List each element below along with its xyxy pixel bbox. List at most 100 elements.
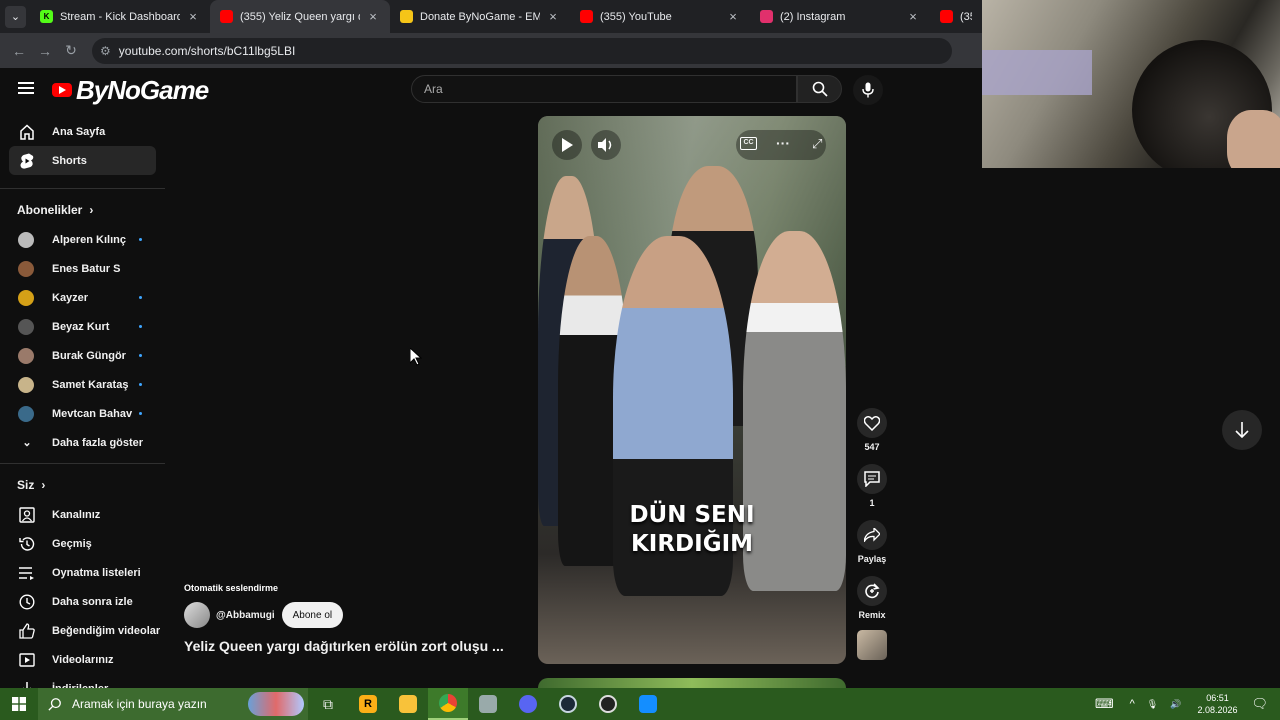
- close-tab-icon[interactable]: ×: [546, 9, 560, 24]
- taskbar-app-chrome[interactable]: [428, 688, 468, 720]
- captions-icon[interactable]: CC: [740, 137, 757, 150]
- channel-icon: [18, 506, 36, 524]
- sidebar-item-oynatma-listeleri[interactable]: Oynatma listeleri: [0, 558, 165, 587]
- close-tab-icon[interactable]: ×: [366, 9, 380, 24]
- like-button[interactable]: [857, 408, 887, 438]
- windows-taskbar: Aramak için buraya yazın ⧉ R ⌨ ^ 🎙 🔊 06:…: [0, 688, 1280, 720]
- browser-tab[interactable]: (2) Instagram ×: [750, 0, 930, 33]
- notification-icon[interactable]: 🗨: [1251, 696, 1268, 712]
- taskbar-app-game[interactable]: [468, 688, 508, 720]
- sound-thumbnail[interactable]: [857, 630, 887, 660]
- taskbar-search[interactable]: Aramak için buraya yazın: [38, 688, 308, 720]
- tab-list: K Stream - Kick Dashboard × (355) Yeliz Que…: [30, 0, 982, 33]
- browser-tab[interactable]: (355) YouTube ×: [570, 0, 750, 33]
- rockstar-icon: R: [359, 695, 377, 713]
- taskbar-app-battlenet[interactable]: [628, 688, 668, 720]
- new-content-dot: [139, 325, 142, 328]
- sidebar-item-samet-karata-[interactable]: Samet Karataş: [0, 370, 165, 399]
- browser-tab[interactable]: (355) B: [930, 0, 982, 33]
- playlist-icon: [18, 564, 36, 582]
- sidebar-item-burak-g-ng-r[interactable]: Burak Güngör: [0, 341, 165, 370]
- sidebar-item-mevtcan-bahav[interactable]: Mevtcan Bahav: [0, 399, 165, 428]
- browser-tab[interactable]: K Stream - Kick Dashboard ×: [30, 0, 210, 33]
- taskbar-app-obs[interactable]: [588, 688, 628, 720]
- tray-expand-icon[interactable]: ^: [1130, 698, 1135, 710]
- shorts-video-player[interactable]: CC ··· ⤢ DÜN SENI KIRDIĞIM: [538, 116, 846, 664]
- sidebar-item-shorts[interactable]: Shorts: [9, 146, 156, 175]
- taskbar-app-explorer[interactable]: [388, 688, 428, 720]
- taskbar-app-steam[interactable]: [548, 688, 588, 720]
- close-tab-icon[interactable]: ×: [726, 9, 740, 24]
- obs-icon: [599, 695, 617, 713]
- sidebar-item-enes-batur-s[interactable]: Enes Batur S: [0, 254, 165, 283]
- thumbs-up-icon: [18, 622, 36, 640]
- channel-row: @Abbamugi Abone ol: [184, 602, 524, 628]
- like-action[interactable]: 547: [857, 408, 887, 452]
- channel-avatar[interactable]: [184, 602, 210, 628]
- sidebar-item-ana-sayfa[interactable]: Ana Sayfa: [0, 117, 165, 146]
- sidebar-item-be-endi-im-videolar[interactable]: Beğendiğim videolar: [0, 616, 165, 645]
- comment-button[interactable]: [857, 464, 887, 494]
- voice-search-button[interactable]: [853, 75, 883, 105]
- search-icon: [48, 698, 61, 711]
- share-icon: [864, 528, 880, 542]
- clock[interactable]: 06:51 2.08.2026: [1197, 692, 1237, 716]
- channel-avatar: [18, 260, 34, 277]
- volume-button[interactable]: [591, 130, 621, 160]
- search-input[interactable]: Ara: [411, 75, 797, 103]
- remix-action[interactable]: Remix: [857, 576, 887, 620]
- speaker-icon[interactable]: 🔊: [1170, 699, 1181, 710]
- webcam-bed: [982, 50, 1092, 95]
- url-field[interactable]: ⚙ youtube.com/shorts/bC11lbg5LBI: [92, 37, 952, 64]
- taskbar-app-rockstar[interactable]: R: [348, 688, 388, 720]
- sidebar-item-kanal-n-z[interactable]: Kanalınız: [0, 500, 165, 529]
- browser-tab[interactable]: Donate ByNoGame - EMRE_I ×: [390, 0, 570, 33]
- search-button[interactable]: [797, 75, 842, 103]
- remix-button[interactable]: [857, 576, 887, 606]
- sidebar-item-beyaz-kurt[interactable]: Beyaz Kurt: [0, 312, 165, 341]
- next-short-button[interactable]: [1222, 410, 1262, 450]
- sidebar-item-label: Samet Karataş: [52, 378, 129, 391]
- short-title[interactable]: Yeliz Queen yargı dağıtırken erölün zort…: [184, 638, 524, 654]
- browser-tab[interactable]: (355) Yeliz Queen yargı dağıt ×: [210, 0, 390, 33]
- youtube-logo[interactable]: ByNoGame: [52, 72, 209, 108]
- home-icon: [18, 123, 36, 141]
- sidebar-divider: [0, 188, 165, 189]
- close-tab-icon[interactable]: ×: [906, 9, 920, 24]
- tab-search-dropdown[interactable]: ⌄: [5, 5, 26, 28]
- sidebar-item-videolar-n-z[interactable]: Videolarınız: [0, 645, 165, 674]
- sidebar-item-label: Mevtcan Bahav: [52, 407, 133, 420]
- share-action[interactable]: Paylaş: [857, 520, 887, 564]
- fullscreen-icon[interactable]: ⤢: [812, 136, 822, 152]
- sidebar-item-label: Videolarınız: [52, 653, 114, 666]
- start-button[interactable]: [0, 688, 38, 720]
- share-button[interactable]: [857, 520, 887, 550]
- reload-button[interactable]: ↻: [58, 42, 84, 59]
- sidebar-item-daha-sonra-izle[interactable]: Daha sonra izle: [0, 587, 165, 616]
- sidebar-item-kayzer[interactable]: Kayzer: [0, 283, 165, 312]
- more-options-icon[interactable]: ···: [776, 135, 790, 151]
- channel-name[interactable]: @Abbamugi: [216, 610, 275, 621]
- hamburger-menu-icon[interactable]: [18, 82, 34, 94]
- taskbar-app-discord-like[interactable]: [508, 688, 548, 720]
- forward-button[interactable]: →: [32, 43, 58, 59]
- site-info-icon[interactable]: ⚙: [100, 44, 111, 58]
- sidebar-item-alperen-k-l-n-[interactable]: Alperen Kılınç: [0, 225, 165, 254]
- volume-icon: [598, 138, 612, 152]
- task-view-button[interactable]: ⧉: [308, 688, 348, 720]
- subscriptions-list: Alperen Kılınç Enes Batur S Kayzer Beyaz Ku…: [0, 225, 165, 428]
- keyboard-layout-icon[interactable]: ⌨: [1095, 696, 1114, 712]
- subscribe-button[interactable]: Abone ol: [281, 602, 344, 628]
- close-tab-icon[interactable]: ×: [186, 9, 200, 24]
- comment-action[interactable]: 1: [857, 464, 887, 508]
- back-button[interactable]: ←: [6, 43, 32, 59]
- sidebar-item-ge-mi-[interactable]: Geçmiş: [0, 529, 165, 558]
- sidebar-item-label: Beyaz Kurt: [52, 320, 110, 333]
- youtube-icon: [580, 10, 593, 23]
- microphone-tray-icon[interactable]: 🎙: [1147, 699, 1158, 710]
- show-more-button[interactable]: ⌄ Daha fazla göster: [0, 428, 165, 457]
- play-button[interactable]: [552, 130, 582, 160]
- you-header[interactable]: Siz ›: [0, 470, 165, 500]
- subscriptions-header[interactable]: Abonelikler ›: [0, 195, 165, 225]
- heart-icon: [864, 415, 880, 431]
